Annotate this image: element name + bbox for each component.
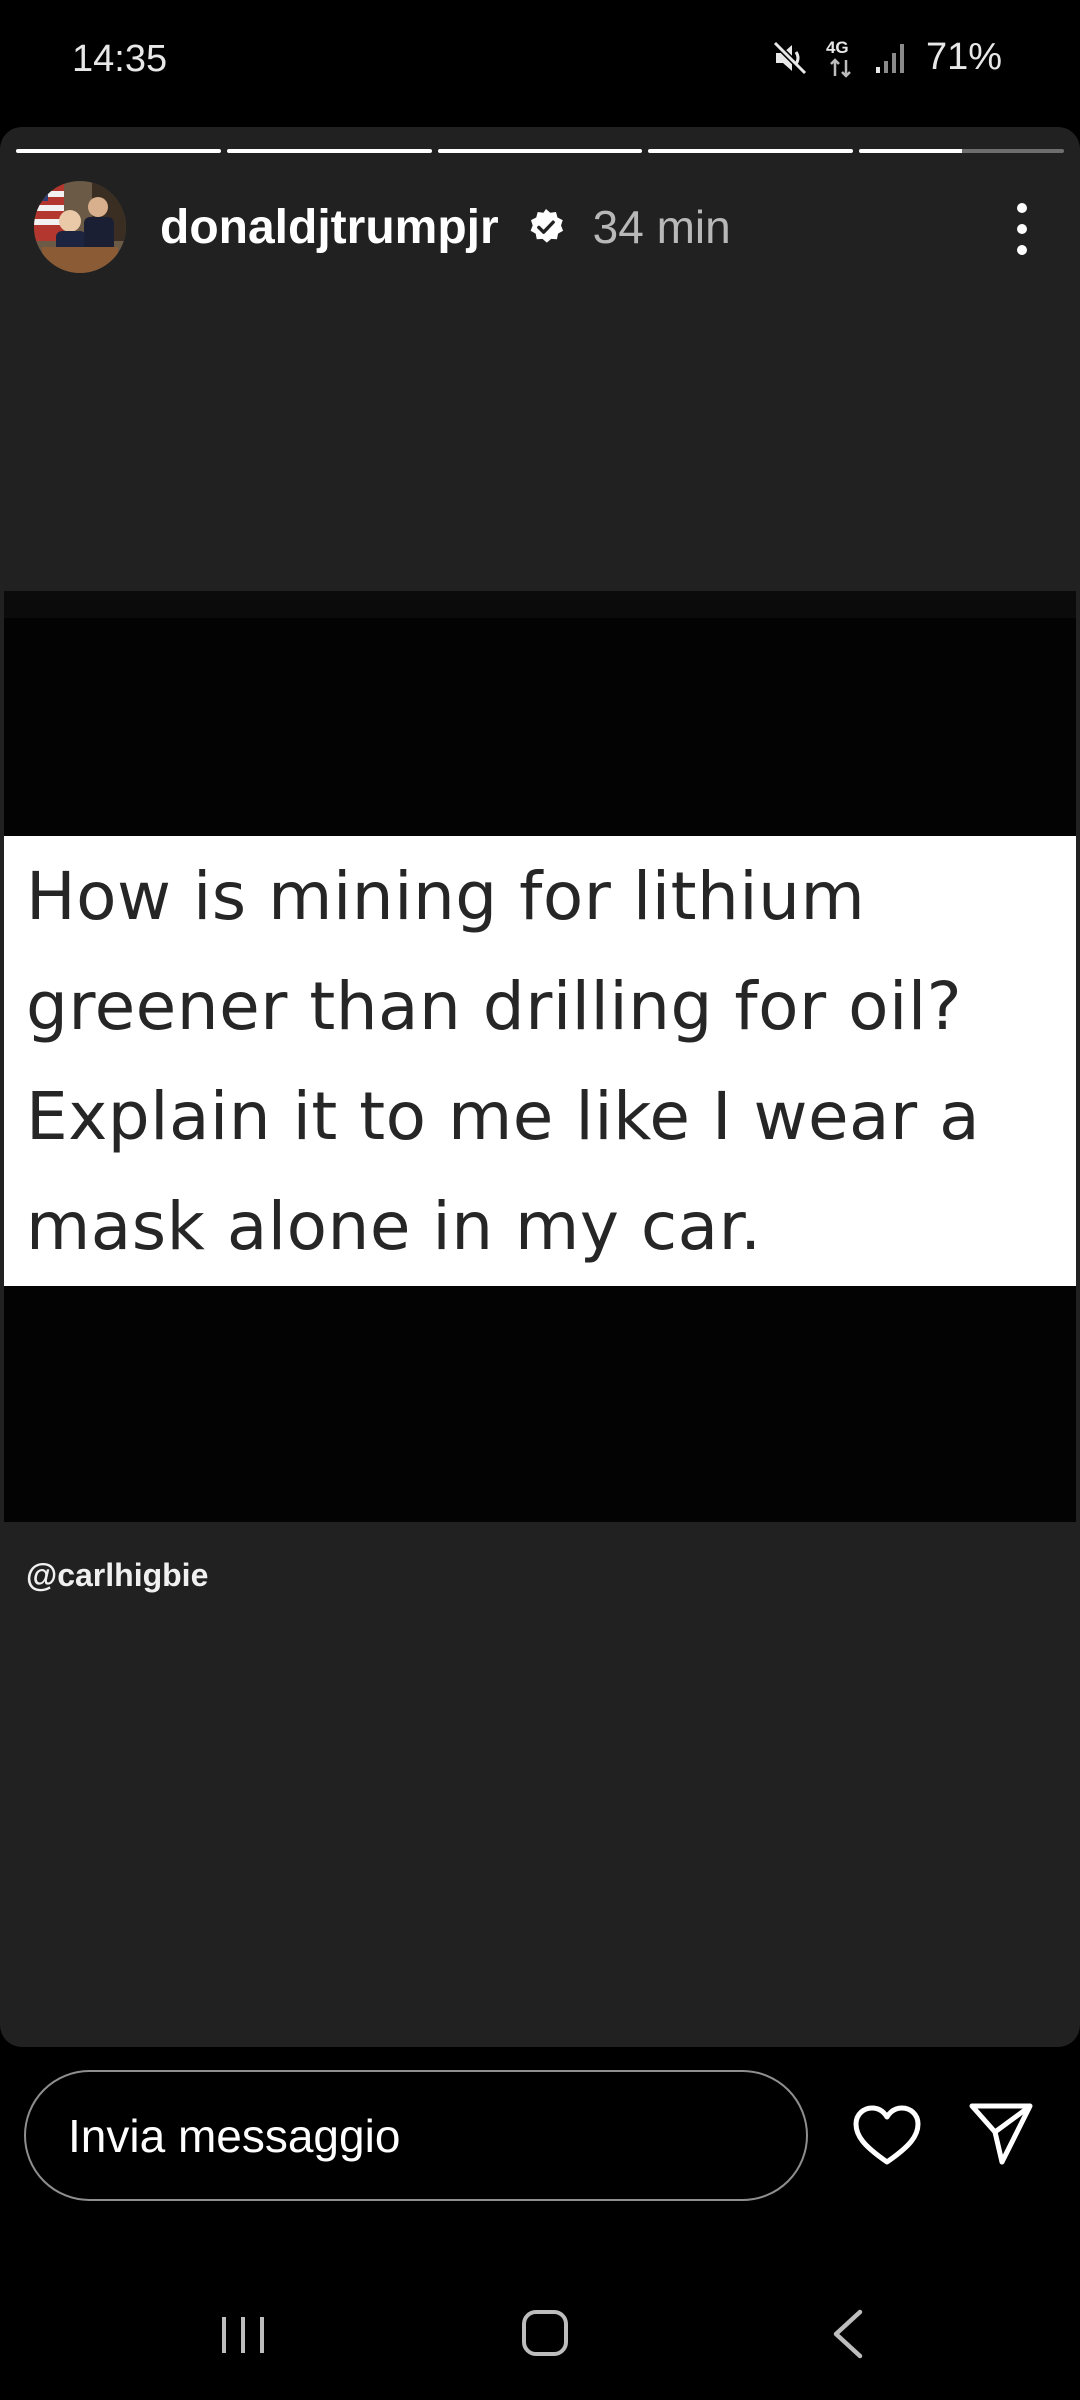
progress-segment-fill (437, 149, 643, 153)
status-time: 14:35 (72, 38, 168, 80)
status-icons: 4G 71% (772, 36, 1002, 79)
progress-segment (859, 149, 1064, 153)
progress-segment-fill (648, 149, 854, 153)
signal-icon (875, 43, 904, 73)
story-time: 34 min (592, 201, 731, 253)
progress-segment (16, 149, 221, 153)
navigation-bar (0, 2250, 1080, 2400)
mute-icon (772, 40, 808, 75)
tweet-text: How is mining for lithium greener than d… (26, 858, 981, 1265)
message-input-placeholder: Invia messaggio (68, 2109, 401, 2162)
media-top-band (4, 591, 1076, 618)
back-icon[interactable] (830, 2308, 866, 2360)
paper-plane-icon[interactable] (968, 2100, 1034, 2166)
tweet-card: How is mining for lithium greener than d… (4, 836, 1076, 1286)
progress-segment (226, 149, 432, 153)
heart-icon[interactable] (852, 2104, 922, 2166)
username[interactable]: donaldjtrumpjr (160, 200, 499, 255)
progress-segment-fill (226, 149, 432, 153)
story-viewer[interactable]: donaldjtrumpjr 34 min How is mining for … (0, 127, 1080, 2047)
message-input[interactable]: Invia messaggio (24, 2070, 808, 2201)
more-options-icon[interactable] (1002, 199, 1042, 259)
home-icon[interactable] (522, 2310, 568, 2356)
progress-segment (648, 149, 854, 153)
status-bar: 14:35 4G 71% (0, 0, 1080, 125)
progress-segment (437, 149, 643, 153)
network-4g-icon: 4G (826, 38, 856, 78)
story-header: donaldjtrumpjr 34 min (34, 179, 1046, 275)
progress-segment-fill (16, 149, 221, 153)
battery-percentage: 71% (925, 36, 1002, 78)
story-media: How is mining for lithium greener than d… (4, 591, 1076, 1522)
story-progress (16, 149, 1064, 153)
verified-badge-icon (530, 208, 563, 243)
progress-segment-fill (859, 149, 962, 153)
mention-sticker[interactable]: @carlhigbie (26, 1557, 208, 1594)
recent-apps-icon[interactable] (220, 2315, 266, 2355)
avatar[interactable] (34, 181, 126, 273)
